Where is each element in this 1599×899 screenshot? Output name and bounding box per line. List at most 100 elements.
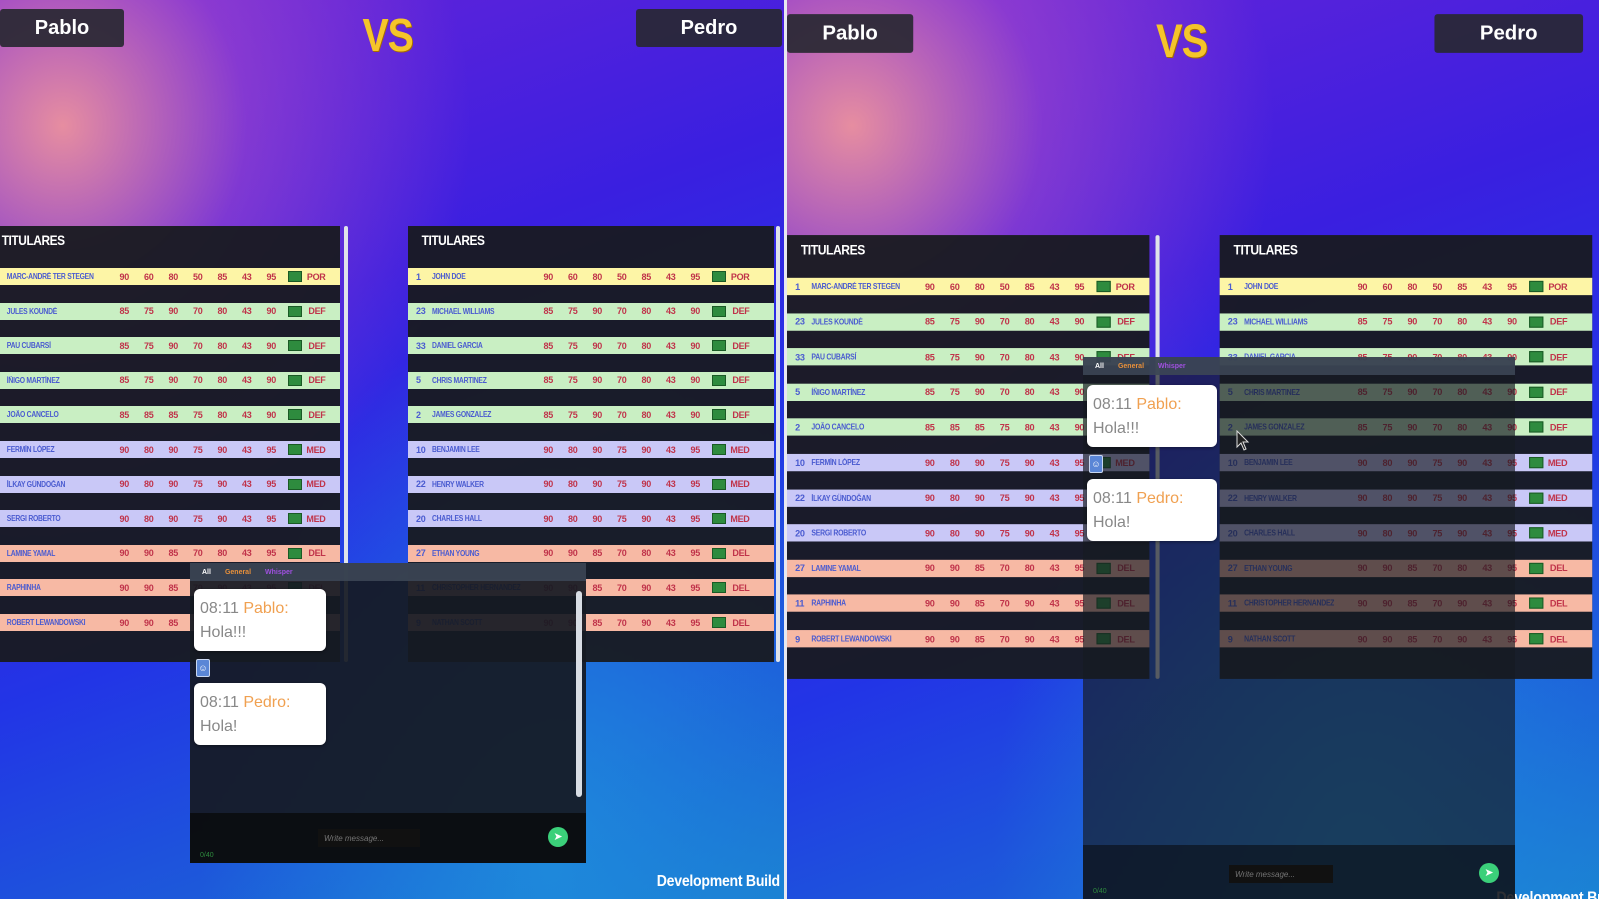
chat-tab-general[interactable]: General: [225, 569, 251, 576]
send-icon[interactable]: ➤: [1479, 863, 1499, 883]
player-name: ÍÑIGO MARTÍNEZ: [6, 375, 60, 385]
player-row[interactable]: 20 CHARLES HALL 90 80 90 75 90 43 95 MED: [408, 510, 774, 528]
flag-icon: [287, 444, 302, 455]
player-number: 2: [416, 409, 421, 420]
player-stat: 90: [266, 340, 277, 351]
player-row[interactable]: 10 BENJAMIN LEE 90 80 90 75 90 43 95 MED: [408, 441, 774, 458]
player-row[interactable]: 10FERMÍN LÓPEZ90809075904395MED: [0, 441, 340, 458]
flag-icon: [1528, 492, 1543, 504]
chat-message: 08:11 Pedro: Hola!: [194, 683, 326, 745]
player-stat: 43: [666, 409, 676, 420]
player-stat: 90: [1024, 457, 1035, 468]
player-stat: 43: [1049, 316, 1060, 327]
player-row[interactable]: 1MARC-ANDRÉ TER STEGEN90608050854395POR: [0, 268, 340, 285]
chat-tab-whisper[interactable]: Whisper: [265, 569, 293, 576]
avatar-icon: ☺: [196, 659, 210, 677]
player-number: 1: [1227, 281, 1233, 292]
player-row[interactable]: 22 HENRY WALKER 90 80 90 75 90 43 95 MED: [408, 475, 774, 493]
player-stat: 90: [592, 479, 603, 490]
player-name: CHRIS MARTINEZ: [432, 375, 487, 385]
player-row[interactable]: 33PAU CUBARSÍ85759070804390DEF: [0, 337, 340, 355]
player-stat: 80: [949, 492, 960, 503]
player-stat: 70: [999, 633, 1010, 644]
player-name: MICHAEL WILLIAMS: [1244, 317, 1308, 327]
player-stat: 80: [144, 444, 154, 455]
send-icon[interactable]: ➤: [548, 827, 568, 847]
player-stat: 90: [168, 340, 179, 351]
player-row[interactable]: 1 JOHN DOE 90 60 80 50 85 43 95 POR: [408, 268, 774, 285]
flag-icon: [1528, 562, 1543, 574]
player-stat: 90: [592, 340, 603, 351]
player-number: 33: [416, 340, 426, 351]
player-stat: 60: [144, 271, 154, 282]
player-stat: 90: [119, 548, 130, 559]
player-row[interactable]: 2 JAMES GONZALEZ 85 75 90 70 80 43 90 DEF: [408, 406, 774, 424]
chat-tab-all[interactable]: All: [1095, 363, 1104, 370]
player-stat: 90: [641, 582, 652, 593]
player-stat: 43: [666, 375, 676, 386]
player-stat: 43: [666, 479, 676, 490]
player-stat: 75: [144, 340, 154, 351]
player-stat: 43: [242, 271, 252, 282]
chat-message-input[interactable]: [318, 829, 420, 847]
player-row[interactable]: 27 ETHAN YOUNG 90 90 85 70 80 43 95 DEL: [408, 544, 774, 562]
player-row[interactable]: 2JOÃO CANCELO85858575804390DEF: [0, 406, 340, 424]
player-stat: 43: [1049, 281, 1060, 292]
player-row[interactable]: 27LAMINE YAMAL90908570804395DEL: [0, 544, 340, 562]
chat-scrollbar[interactable]: [576, 591, 582, 797]
player-position: DEF: [308, 340, 326, 351]
player-stat: 95: [690, 617, 701, 628]
player-stat: 80: [974, 281, 985, 292]
message-text: Hola!!!: [200, 624, 247, 641]
chat-tab-all[interactable]: All: [202, 569, 211, 576]
player-row[interactable]: 20SERGI ROBERTO90809075904395MED: [0, 510, 340, 528]
player-row[interactable]: 33 DANIEL GARCIA 85 75 90 70 80 43 90 DEF: [408, 337, 774, 355]
player-row[interactable]: 5ÍÑIGO MARTÍNEZ85759070804390DEF: [0, 371, 340, 389]
player-stat: 90: [949, 563, 960, 574]
player-position: POR: [730, 271, 750, 282]
player-row[interactable]: 5 CHRIS MARTINEZ 85 75 90 70 80 43 90 DEF: [408, 371, 774, 389]
chat-tab-whisper[interactable]: Whisper: [1158, 363, 1186, 370]
message-time: 08:11: [1093, 490, 1132, 507]
player-position: DEF: [732, 306, 750, 317]
player-stat: 90: [974, 316, 985, 327]
player-stat: 43: [1482, 316, 1492, 327]
chat-message-input[interactable]: [1229, 865, 1333, 883]
player-row[interactable]: 22İLKAY GÜNDOĞAN90809075904395MED: [0, 475, 340, 493]
player2-name: Pedro: [680, 16, 738, 39]
player-stat: 85: [543, 306, 554, 317]
flag-icon: [287, 340, 302, 352]
player-stat: 95: [266, 513, 277, 524]
player-row[interactable]: 23 MICHAEL WILLIAMS 85 75 90 70 80 43 90 DEF: [408, 302, 774, 320]
player-position: DEL: [732, 582, 750, 593]
flag-icon: [711, 409, 726, 421]
player-number: 5: [795, 387, 800, 398]
chat-tab-general[interactable]: General: [1118, 363, 1144, 370]
player-stat: 90: [119, 271, 130, 282]
player-row[interactable]: 23JULES KOUNDÉ85759070804390DEF: [787, 313, 1150, 331]
player-row[interactable]: 1 JOHN DOE 90 60 80 50 85 43 95 POR: [1219, 277, 1593, 296]
player-position: DEL: [1549, 633, 1568, 644]
player-stat: 80: [217, 548, 228, 559]
flag-icon: [287, 409, 302, 421]
player-position: DEL: [732, 548, 750, 559]
player-name: LAMINE YAMAL: [811, 563, 861, 573]
player-stat: 75: [999, 457, 1010, 468]
player-stat: 90: [592, 306, 603, 317]
player-position: MED: [306, 479, 326, 490]
player-name: DANIEL GARCIA: [432, 341, 483, 351]
player-number: 10: [416, 444, 426, 455]
player-stat: 70: [617, 409, 627, 420]
player-row[interactable]: 23JULES KOUNDÉ85759070804390DEF: [0, 302, 340, 320]
player-stat: 90: [168, 375, 179, 386]
player-stat: 90: [924, 527, 935, 539]
flag-icon: [711, 513, 726, 525]
player-stat: 90: [924, 598, 935, 609]
player-row[interactable]: 23 MICHAEL WILLIAMS 85 75 90 70 80 43 90 DEF: [1219, 313, 1593, 331]
player-row[interactable]: 1MARC-ANDRÉ TER STEGEN90608050854395POR: [787, 277, 1150, 296]
team2-scrollbar[interactable]: [776, 226, 780, 662]
player-stat: 70: [193, 306, 203, 317]
player-stat: 90: [1357, 281, 1368, 292]
player-number: 33: [795, 351, 805, 362]
player-position: MED: [306, 444, 326, 455]
